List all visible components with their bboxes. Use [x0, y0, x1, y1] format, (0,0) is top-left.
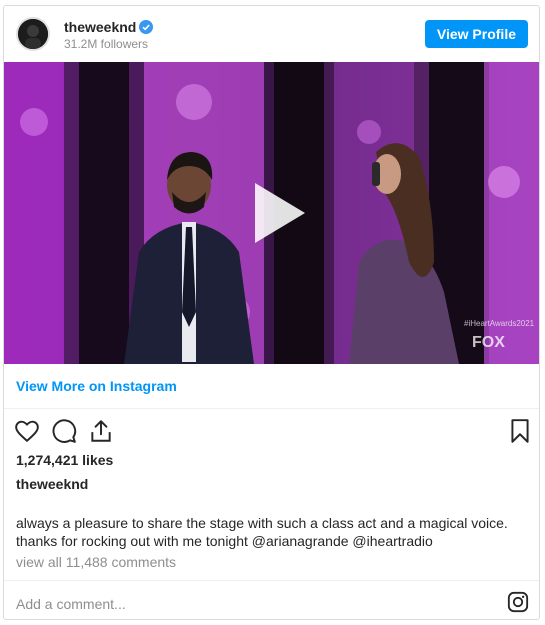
play-icon[interactable]: [241, 177, 313, 249]
instagram-embed-card: theweeknd 31.2M followers View Profile #…: [3, 5, 540, 620]
avatar[interactable]: [16, 17, 50, 51]
instagram-icon[interactable]: [507, 591, 529, 613]
post-video[interactable]: #iHeartAwards2021 FOX: [4, 62, 539, 364]
view-profile-button[interactable]: View Profile: [424, 20, 528, 48]
mention-link[interactable]: @iheartradio: [352, 533, 432, 549]
bookmark-icon[interactable]: [507, 418, 533, 444]
add-comment-input[interactable]: Add a comment...: [16, 596, 126, 612]
view-comments-link[interactable]: view all 11,488 comments: [16, 554, 176, 570]
event-watermark: #iHeartAwards2021: [464, 319, 535, 328]
view-more-link[interactable]: View More on Instagram: [16, 378, 177, 394]
mention-link[interactable]: @arianagrande: [252, 533, 349, 549]
verified-badge-icon: [139, 20, 153, 34]
view-more-link-row[interactable]: View More on Instagram: [4, 364, 539, 409]
share-icon[interactable]: [88, 418, 114, 444]
comment-icon[interactable]: [51, 418, 77, 444]
caption-text: always a pleasure to share the stage wit…: [16, 514, 521, 550]
network-logo: FOX: [472, 334, 505, 351]
username[interactable]: theweeknd: [64, 19, 136, 35]
like-count[interactable]: 1,274,421 likes: [16, 452, 113, 468]
heart-icon[interactable]: [14, 418, 40, 444]
action-bar: [4, 408, 539, 448]
caption-author[interactable]: theweeknd: [16, 476, 88, 492]
add-comment-row[interactable]: Add a comment...: [4, 580, 539, 621]
post-header: theweeknd 31.2M followers View Profile: [4, 6, 539, 62]
follower-count: 31.2M followers: [64, 37, 149, 51]
